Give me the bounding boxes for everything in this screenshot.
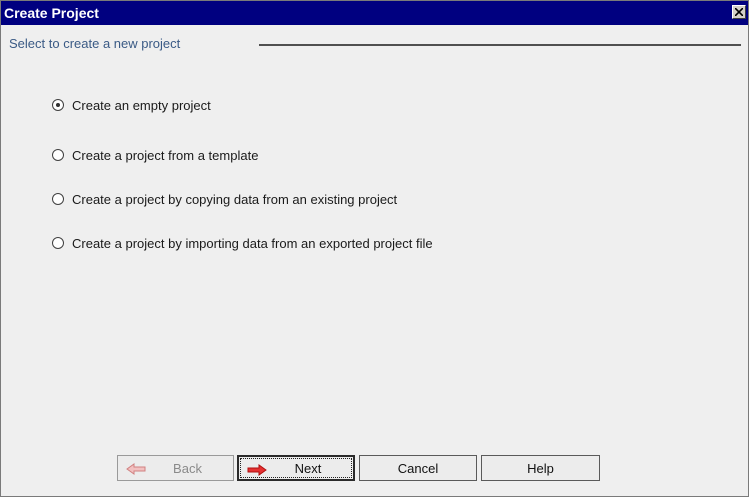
arrow-left-icon [126,463,146,475]
back-button[interactable]: Back [117,455,234,481]
option-import-exported[interactable]: Create a project by importing data from … [52,234,433,252]
option-from-template[interactable]: Create a project from a template [52,146,258,164]
radio-button[interactable] [52,193,64,205]
option-label: Create a project by importing data from … [72,235,433,251]
option-empty-project[interactable]: Create an empty project [52,96,211,114]
title-bar: Create Project [1,1,748,25]
window-title: Create Project [4,5,99,21]
help-button[interactable]: Help [481,455,600,481]
close-button[interactable] [732,5,746,19]
radio-button[interactable] [52,237,64,249]
create-project-dialog: Create Project Select to create a new pr… [0,0,749,497]
back-button-label: Back [173,460,202,476]
next-button-label: Next [294,460,322,476]
option-copy-existing[interactable]: Create a project by copying data from an… [52,190,397,208]
radio-button[interactable] [52,149,64,161]
help-button-label: Help [527,460,554,476]
group-divider [259,44,741,46]
arrow-right-icon [247,464,267,476]
cancel-button[interactable]: Cancel [359,455,477,481]
group-label: Select to create a new project [9,36,181,51]
cancel-button-label: Cancel [397,460,439,476]
option-label: Create a project from a template [72,147,259,163]
option-label: Create a project by copying data from an… [72,191,398,207]
radio-button[interactable] [52,99,64,111]
close-icon [735,8,743,16]
next-button[interactable]: Next [237,455,355,481]
option-label: Create an empty project [72,97,211,113]
